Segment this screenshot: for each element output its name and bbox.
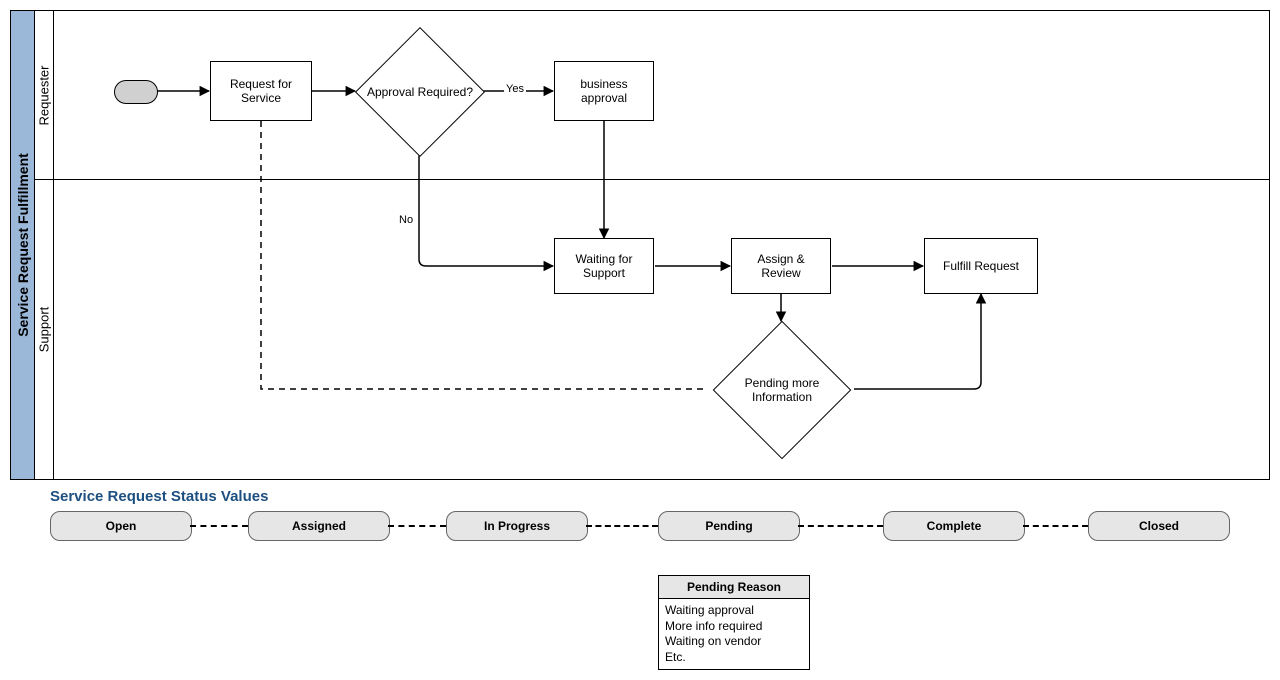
- status-dash-5: [1023, 525, 1088, 527]
- pool-title-text: Service Request Fulfillment: [15, 153, 31, 337]
- node-business-approval: business approval: [554, 61, 654, 121]
- status-in-progress-label: In Progress: [484, 519, 550, 533]
- status-values-row: Open Assigned In Progress Pending Comple…: [10, 511, 1270, 551]
- node-fulfill-request: Fulfill Request: [924, 238, 1038, 294]
- pending-reason-item: Etc.: [665, 650, 803, 666]
- status-in-progress: In Progress: [446, 511, 588, 541]
- status-values-title: Service Request Status Values: [50, 488, 1270, 505]
- swimlane-pool: Service Request Fulfillment Requester Su…: [10, 10, 1270, 480]
- status-open: Open: [50, 511, 192, 541]
- start-event: [114, 80, 158, 104]
- node-business-approval-label: business approval: [559, 77, 649, 105]
- pending-reason-item: Waiting approval: [665, 603, 803, 619]
- lane-requester-title: Requester: [34, 11, 54, 179]
- pending-reason-body: Waiting approval More info required Wait…: [659, 599, 809, 669]
- decision-pending-more-info: Pending more Information: [713, 321, 852, 460]
- pending-reason-title: Pending Reason: [659, 576, 809, 599]
- decision-pending-more-info-label: Pending more Information: [727, 376, 837, 404]
- lane-support-title: Support: [34, 179, 54, 479]
- pool-title: Service Request Fulfillment: [11, 11, 35, 479]
- pending-reason-item: Waiting on vendor: [665, 634, 803, 650]
- pending-reason-item: More info required: [665, 619, 803, 635]
- status-complete: Complete: [883, 511, 1025, 541]
- status-pending-label: Pending: [705, 519, 752, 533]
- node-fulfill-request-label: Fulfill Request: [943, 259, 1019, 273]
- diagram-canvas: Request for Service Approval Required? b…: [54, 11, 1269, 479]
- status-dash-2: [388, 525, 446, 527]
- edge-label-no: No: [397, 214, 415, 226]
- decision-approval-required-label: Approval Required?: [365, 85, 475, 99]
- status-dash-4: [798, 525, 883, 527]
- status-complete-label: Complete: [927, 519, 982, 533]
- status-dash-3: [586, 525, 658, 527]
- decision-approval-required: Approval Required?: [355, 27, 485, 157]
- status-pending: Pending: [658, 511, 800, 541]
- lane-support-label: Support: [36, 307, 51, 353]
- node-waiting-for-support: Waiting for Support: [554, 238, 654, 294]
- edge-label-yes: Yes: [504, 83, 526, 95]
- node-request-for-service: Request for Service: [210, 61, 312, 121]
- status-assigned: Assigned: [248, 511, 390, 541]
- node-request-for-service-label: Request for Service: [215, 77, 307, 105]
- node-waiting-for-support-label: Waiting for Support: [559, 252, 649, 280]
- node-assign-review: Assign & Review: [731, 238, 831, 294]
- pending-reason-table: Pending Reason Waiting approval More inf…: [658, 575, 810, 670]
- status-open-label: Open: [106, 519, 137, 533]
- status-dash-1: [190, 525, 248, 527]
- node-assign-review-label: Assign & Review: [736, 252, 826, 280]
- lane-requester-label: Requester: [36, 65, 51, 125]
- status-closed: Closed: [1088, 511, 1230, 541]
- status-assigned-label: Assigned: [292, 519, 346, 533]
- status-closed-label: Closed: [1139, 519, 1179, 533]
